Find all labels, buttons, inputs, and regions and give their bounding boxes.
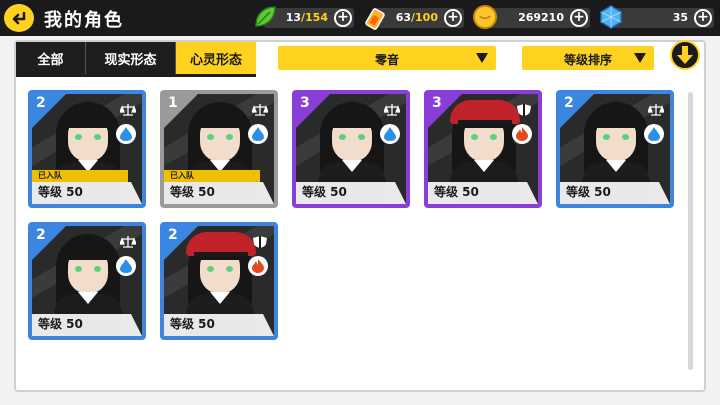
add-gems-button[interactable]: + — [694, 9, 712, 27]
character-portrait: 2 等级 50 — [32, 226, 142, 336]
level-label: 等级 50 — [434, 185, 479, 199]
character-portrait: 2 等级 50 — [560, 94, 670, 204]
character-portrait: 1 已入队等级 50 — [164, 94, 274, 204]
gems-value: 35 — [672, 11, 688, 24]
rank-number: 2 — [36, 227, 46, 243]
dropdown-arrow-icon — [634, 53, 646, 63]
character-portrait: 2 等级 50 — [164, 226, 274, 336]
fire-element-icon — [248, 256, 268, 276]
character-card[interactable]: 3 等级 50 — [424, 90, 542, 208]
character-card[interactable]: 3 等级 50 — [292, 90, 410, 208]
character-filter-label: 零音 — [374, 53, 399, 67]
arrow-down-icon — [677, 46, 693, 64]
character-card[interactable]: 1 已入队等级 50 — [160, 90, 278, 208]
balance-icon — [119, 102, 137, 116]
tab-underline — [16, 74, 256, 77]
character-portrait: 3 等级 50 — [296, 94, 406, 204]
add-coins-button[interactable]: + — [570, 9, 588, 27]
water-element-icon — [116, 256, 136, 276]
tab-all[interactable]: 全部 — [16, 42, 86, 74]
level-label: 等级 50 — [170, 317, 215, 331]
energy-value: 63 — [395, 11, 412, 24]
back-arrow-icon — [12, 11, 26, 25]
balance-icon — [251, 102, 269, 116]
balance-icon — [383, 102, 401, 116]
coin-icon — [473, 5, 497, 29]
character-portrait: 2 已入队等级 50 — [32, 94, 142, 204]
add-energy-button[interactable]: + — [444, 9, 462, 27]
level-label: 等级 50 — [302, 185, 347, 199]
leaf-icon — [255, 6, 276, 27]
shield-icon — [252, 234, 268, 248]
balance-icon — [119, 234, 137, 248]
resource-stamina: 13/154 + — [255, 6, 354, 28]
page-title: 我的角色 — [44, 10, 124, 31]
add-stamina-button[interactable]: + — [334, 9, 352, 27]
rank-number: 1 — [168, 95, 178, 111]
character-card[interactable]: 2 等级 50 — [160, 222, 278, 340]
character-portrait: 3 等级 50 — [428, 94, 538, 204]
fire-element-icon — [512, 124, 532, 144]
rank-number: 3 — [300, 95, 310, 111]
level-label: 等级 50 — [38, 185, 83, 199]
rank-number: 2 — [168, 227, 178, 243]
resource-gems: 35 + — [600, 5, 714, 29]
tab-real-form[interactable]: 现实形态 — [86, 42, 176, 74]
shield-icon — [516, 102, 532, 116]
energy-max: /100 — [411, 11, 438, 24]
dropdown-arrow-icon — [476, 53, 488, 63]
resource-coins: 269210 + — [473, 5, 590, 29]
list-scrollbar[interactable] — [688, 92, 693, 370]
water-element-icon — [380, 124, 400, 144]
battery-icon — [365, 8, 385, 30]
character-filter-dropdown[interactable]: 零音 — [278, 46, 496, 70]
water-element-icon — [644, 124, 664, 144]
coins-value: 269210 — [518, 11, 564, 24]
sort-direction-button[interactable] — [670, 40, 700, 70]
level-label: 等级 50 — [38, 317, 83, 331]
balance-icon — [647, 102, 665, 116]
water-element-icon — [248, 124, 268, 144]
back-button[interactable] — [4, 4, 34, 32]
stamina-value: 13 — [285, 11, 302, 24]
rank-number: 2 — [36, 95, 46, 111]
rank-number: 3 — [432, 95, 442, 111]
water-element-icon — [116, 124, 136, 144]
rank-number: 2 — [564, 95, 574, 111]
form-tabs: 全部 现实形态 心灵形态 — [16, 42, 256, 74]
in-team-badge: 已入队 — [164, 170, 260, 182]
level-label: 等级 50 — [170, 185, 215, 199]
tab-mind-form[interactable]: 心灵形态 — [176, 42, 256, 74]
level-label: 等级 50 — [566, 185, 611, 199]
in-team-badge: 已入队 — [32, 170, 128, 182]
character-card[interactable]: 2 等级 50 — [28, 222, 146, 340]
stamina-max: /154 — [301, 11, 328, 24]
sort-dropdown[interactable]: 等级排序 — [522, 46, 654, 70]
character-card[interactable]: 2 已入队等级 50 — [28, 90, 146, 208]
top-bar: 我的角色 13/154 + 63/100 + 269210 + 35 + — [0, 0, 720, 36]
resource-energy: 63/100 + — [365, 8, 464, 30]
character-card[interactable]: 2 等级 50 — [556, 90, 674, 208]
crystal-icon — [600, 5, 622, 29]
